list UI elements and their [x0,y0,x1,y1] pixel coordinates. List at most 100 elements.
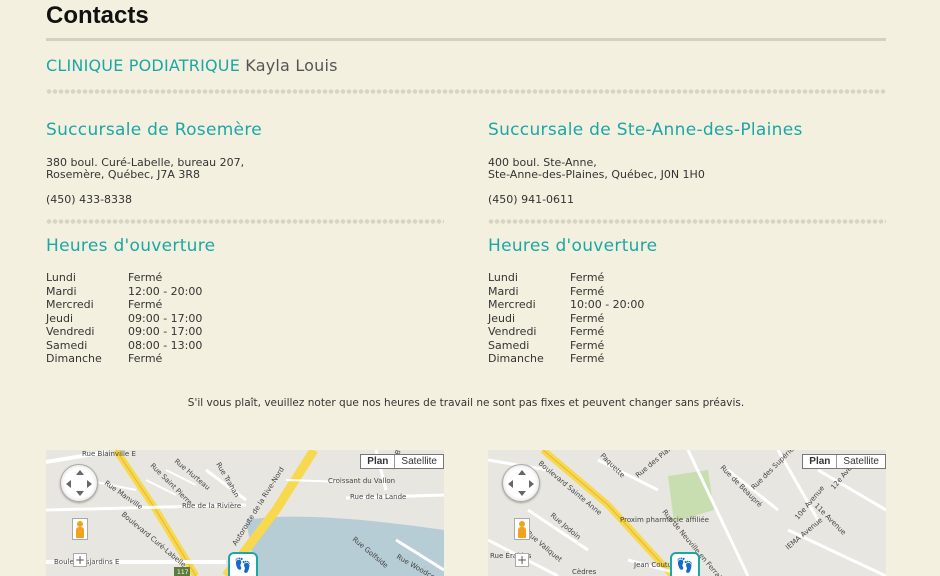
hours-heading: Heures d'ouverture [488,236,658,256]
branch-phone[interactable]: (450) 941-0611 [488,193,886,206]
day-label: Samedi [488,338,530,352]
branch-address: 380 boul. Curé-Labelle, bureau 207, Rose… [46,157,444,181]
branch-address: 400 boul. Ste-Anne, Ste-Anne-des-Plaines… [488,157,886,181]
day-hours: 10:00 - 20:00 [570,298,645,311]
hours-row: Jeudi Fermé [488,312,644,326]
street-label: Rue de la Lande [350,493,406,501]
day-label: Lundi [46,271,76,284]
pan-down-icon[interactable] [518,491,526,496]
map-type-control[interactable]: Plan Satellite [802,454,886,469]
street-view-pegman-icon[interactable] [514,518,530,540]
map-satellite-button[interactable]: Satellite [395,455,443,468]
day-hours: 09:00 - 17:00 [128,311,203,325]
map-rosemere[interactable]: Rue Blainville E Rue Hurteau Rue Saint P… [46,450,444,576]
hours-ste-anne: Heures d'ouverture Lundi Fermé Mardi Fermé… [488,236,886,366]
day-label: Dimanche [46,352,102,365]
day-label: Jeudi [46,311,74,325]
street-label: Rue de la Rivière [182,502,241,510]
clinic-name: Kayla Louis [245,56,338,75]
pan-up-icon[interactable] [518,470,526,475]
branch-ste-anne: Succursale de Ste-Anne-des-Plaines 400 b… [488,120,886,206]
branch-rosemere: Succursale de Rosemère 380 boul. Curé-La… [46,120,444,206]
branch-phone[interactable]: (450) 433-8338 [46,193,444,206]
day-label: Mardi [488,284,519,298]
zoom-in-icon[interactable]: + [73,553,87,567]
day-label: Vendredi [488,325,537,338]
dotted-divider [488,219,886,224]
foot-icon: 👣 [234,558,252,574]
address-line: Ste-Anne-des-Plaines, Québec, J0N 1H0 [488,168,705,181]
clinic-prefix: CLINIQUE PODIATRIQUE [46,56,240,75]
hours-row: Dimanche Fermé [46,352,202,366]
day-label: Jeudi [488,311,516,325]
pan-left-icon[interactable] [66,480,71,488]
day-label: Lundi [488,271,518,284]
route-shield: 117 [177,569,189,576]
branch-heading: Succursale de Ste-Anne-des-Plaines [488,120,803,140]
day-label: Mercredi [46,298,94,311]
hours-row: Samedi Fermé [488,339,644,353]
day-label: Mercredi [488,298,536,311]
foot-icon: 👣 [676,558,694,574]
day-label: Samedi [46,338,88,352]
hours-notice: S'il vous plaît, veuillez noter que nos … [187,397,745,409]
hours-table: Lundi Fermé Mardi 12:00 - 20:00 Mercredi Fe… [46,271,202,366]
map-plan-button[interactable]: Plan [361,455,396,468]
day-hours: Fermé [570,352,605,365]
day-label: Dimanche [488,352,544,365]
map-plan-button[interactable]: Plan [803,455,838,468]
hours-rosemere: Heures d'ouverture Lundi Fermé Mardi 12:00… [46,236,444,366]
day-hours: Fermé [128,298,163,311]
hours-row: Jeudi 09:00 - 17:00 [46,312,202,326]
map-satellite-button[interactable]: Satellite [837,455,885,468]
hours-row: Mercredi 10:00 - 20:00 [488,298,644,312]
clinic-heading: CLINIQUE PODIATRIQUE Kayla Louis [46,56,338,75]
zoom-in-icon[interactable]: + [515,553,529,567]
hours-row: Vendredi 09:00 - 17:00 [46,325,202,339]
day-hours: Fermé [570,271,605,284]
day-hours: Fermé [128,352,163,365]
clinic-marker[interactable]: 👣 [670,552,700,576]
pan-right-icon[interactable] [529,480,534,488]
street-label: Jean Coutu [633,561,672,569]
day-hours: 12:00 - 20:00 [128,284,203,298]
clinic-marker[interactable]: 👣 [228,552,258,576]
dotted-divider [46,219,444,224]
day-hours: 08:00 - 13:00 [128,338,203,352]
day-hours: Fermé [570,311,605,325]
day-hours: Fermé [570,338,605,352]
day-label: Mardi [46,284,77,298]
pan-up-icon[interactable] [76,470,84,475]
hours-row: Vendredi Fermé [488,325,644,339]
map-type-control[interactable]: Plan Satellite [360,454,444,469]
hours-row: Samedi 08:00 - 13:00 [46,339,202,353]
day-label: Vendredi [46,325,95,338]
hours-row: Mardi 12:00 - 20:00 [46,285,202,299]
pan-right-icon[interactable] [87,480,92,488]
hours-row: Mercredi Fermé [46,298,202,312]
hours-row: Lundi Fermé [46,271,202,285]
street-view-pegman-icon[interactable] [72,518,88,540]
address-line: Rosemère, Québec, J7A 3R8 [46,168,200,181]
street-label: Cèdres [572,568,597,576]
pan-left-icon[interactable] [508,480,513,488]
day-hours: 09:00 - 17:00 [128,325,203,338]
pan-down-icon[interactable] [76,491,84,496]
dotted-divider [46,89,886,94]
street-label: Croissant du Vallon [328,477,395,485]
hours-table: Lundi Fermé Mardi Fermé Mercredi 10:00 - 20… [488,271,644,366]
hours-row: Mardi Fermé [488,285,644,299]
page-title: Contacts [46,2,149,29]
pan-control[interactable] [60,464,98,502]
title-divider [46,38,886,41]
branch-heading: Succursale de Rosemère [46,120,262,140]
day-hours: Fermé [570,284,605,298]
street-label: Proxim pharmacie affiliée [620,516,709,524]
pan-control[interactable] [502,464,540,502]
hours-row: Lundi Fermé [488,271,644,285]
street-label: Rue Blainville E [82,450,136,458]
day-hours: Fermé [128,271,163,284]
hours-row: Dimanche Fermé [488,352,644,366]
map-ste-anne[interactable]: Paquette Rue des Plaines Rue de Beaupré … [488,450,886,576]
day-hours: Fermé [570,325,605,338]
